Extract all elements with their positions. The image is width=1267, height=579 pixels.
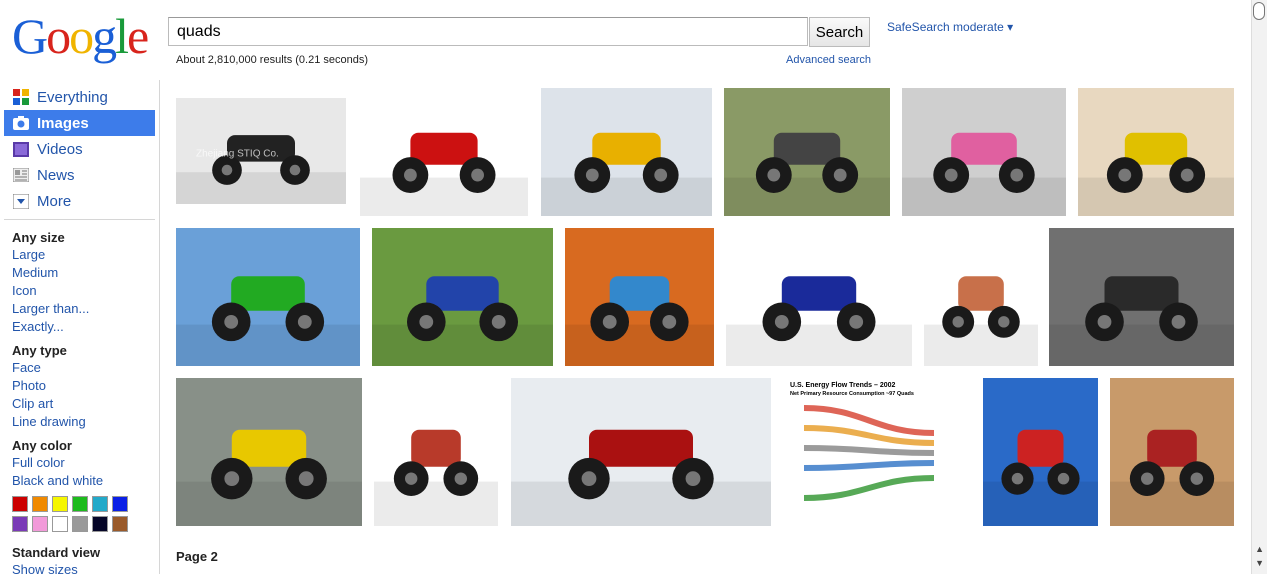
sidebar-item-label: Images xyxy=(37,114,89,132)
color-filter-full-color[interactable]: Full color xyxy=(12,454,157,472)
sidebar-item-more[interactable]: More xyxy=(4,188,155,214)
image-result[interactable] xyxy=(924,228,1038,366)
color-swatch[interactable] xyxy=(12,496,28,512)
type-filter-heading: Any type xyxy=(12,343,67,358)
sidebar-item-images[interactable]: Images xyxy=(4,110,155,136)
size-filter-medium[interactable]: Medium xyxy=(12,264,157,282)
type-filter-clip-art[interactable]: Clip art xyxy=(12,395,157,413)
chevron-down-icon xyxy=(12,193,29,209)
search-button[interactable]: Search xyxy=(809,17,870,47)
image-result[interactable] xyxy=(176,378,362,526)
size-filter-large[interactable]: Large xyxy=(12,246,157,264)
logo-letter: o xyxy=(46,8,71,64)
film-icon xyxy=(12,141,29,157)
logo-letter: G xyxy=(12,8,48,64)
color-swatch[interactable] xyxy=(72,516,88,532)
color-swatch[interactable] xyxy=(72,496,88,512)
image-result[interactable] xyxy=(1110,378,1234,526)
image-result[interactable] xyxy=(372,228,553,366)
camera-icon xyxy=(12,116,29,131)
image-result[interactable] xyxy=(724,88,890,216)
scroll-thumb[interactable] xyxy=(1253,2,1265,20)
image-result[interactable] xyxy=(360,88,528,216)
sidebar-separator xyxy=(4,219,155,220)
sidebar-item-news[interactable]: News xyxy=(4,162,155,188)
size-filter-exactly[interactable]: Exactly... xyxy=(12,318,157,336)
color-swatch[interactable] xyxy=(52,496,68,512)
newspaper-icon xyxy=(12,168,29,183)
search-input[interactable] xyxy=(169,18,807,45)
result-stats: About 2,810,000 results (0.21 seconds) xyxy=(176,54,369,66)
logo-letter: g xyxy=(92,8,117,64)
color-filter-heading: Any color xyxy=(12,438,72,453)
sidebar-item-label: Videos xyxy=(37,140,83,158)
svg-text:U.S. Energy Flow Trends – 2002: U.S. Energy Flow Trends – 2002 xyxy=(790,382,896,389)
color-swatch[interactable] xyxy=(92,516,108,532)
color-swatches xyxy=(12,496,157,532)
logo-letter: e xyxy=(127,8,149,64)
advanced-search-link[interactable]: Advanced search xyxy=(786,54,871,66)
image-result[interactable] xyxy=(1049,228,1234,366)
sidebar-item-label: Everything xyxy=(37,88,108,106)
image-result[interactable] xyxy=(1078,88,1234,216)
size-filter-heading: Any size xyxy=(12,230,65,245)
image-result[interactable] xyxy=(541,88,712,216)
sidebar-item-label: News xyxy=(37,166,75,184)
image-result[interactable]: U.S. Energy Flow Trends – 2002 Net Primar… xyxy=(784,378,970,526)
size-filter-icon[interactable]: Icon xyxy=(12,282,157,300)
image-result[interactable] xyxy=(176,228,360,366)
color-swatch[interactable] xyxy=(52,516,68,532)
color-swatch[interactable] xyxy=(112,516,128,532)
logo-letter: l xyxy=(115,8,129,64)
svg-text:Zhejiang STIQ Co.: Zhejiang STIQ Co. xyxy=(196,148,279,159)
color-swatch[interactable] xyxy=(32,496,48,512)
type-filter-photo[interactable]: Photo xyxy=(12,377,157,395)
scroll-up-arrow[interactable]: ▲ xyxy=(1255,544,1264,554)
sidebar-divider xyxy=(159,80,160,574)
search-box[interactable] xyxy=(168,17,808,46)
type-filter-face[interactable]: Face xyxy=(12,359,157,377)
everything-icon xyxy=(12,89,29,105)
color-swatch[interactable] xyxy=(12,516,28,532)
color-swatch[interactable] xyxy=(92,496,108,512)
color-swatch[interactable] xyxy=(112,496,128,512)
sidebar-nav: Everything Images Videos News More xyxy=(4,84,155,214)
image-result[interactable] xyxy=(374,378,498,526)
safesearch-dropdown[interactable]: SafeSearch moderate ▾ xyxy=(887,20,1013,34)
image-result[interactable]: Zhejiang STIQ Co. xyxy=(176,98,346,204)
sidebar-item-videos[interactable]: Videos xyxy=(4,136,155,162)
image-result[interactable] xyxy=(511,378,771,526)
sidebar-item-label: More xyxy=(37,192,72,210)
logo-letter: o xyxy=(69,8,94,64)
search-tools: Any size Large Medium Icon Larger than..… xyxy=(12,229,157,579)
color-swatch[interactable] xyxy=(32,516,48,532)
image-result[interactable] xyxy=(565,228,714,366)
scroll-down-arrow[interactable]: ▼ xyxy=(1255,558,1264,568)
size-filter-larger-than[interactable]: Larger than... xyxy=(12,300,157,318)
svg-text:Net Primary Resource Consumpti: Net Primary Resource Consumption ~97 Qua… xyxy=(790,391,914,397)
image-result[interactable] xyxy=(983,378,1098,526)
image-result[interactable] xyxy=(902,88,1066,216)
view-heading: Standard view xyxy=(12,545,101,560)
google-logo[interactable]: Google xyxy=(12,8,149,64)
page-label: Page 2 xyxy=(176,549,218,564)
show-sizes-link[interactable]: Show sizes xyxy=(12,561,157,579)
image-result[interactable] xyxy=(726,228,912,366)
vertical-scrollbar[interactable]: ▲ ▼ xyxy=(1251,0,1267,574)
sidebar-item-everything[interactable]: Everything xyxy=(4,84,155,110)
color-filter-black-white[interactable]: Black and white xyxy=(12,472,157,490)
type-filter-line-drawing[interactable]: Line drawing xyxy=(12,413,157,431)
